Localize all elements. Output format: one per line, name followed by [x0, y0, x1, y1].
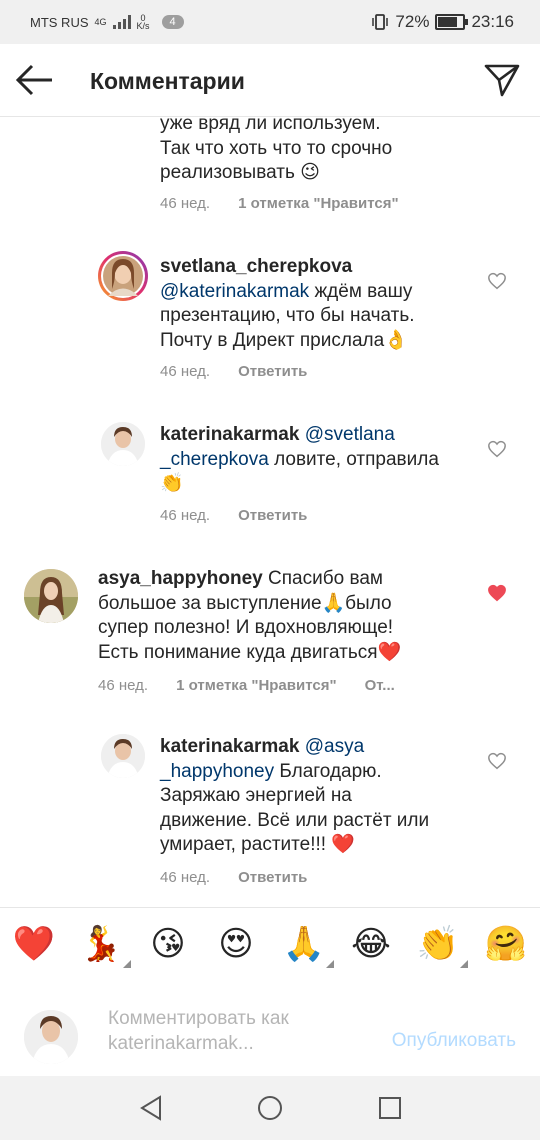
comment-text-line: умирает, растите!!! ❤️ [160, 834, 355, 855]
comment-mention[interactable]: @svetlana [305, 424, 395, 445]
nav-recents-icon[interactable] [378, 1096, 402, 1120]
nav-back-icon[interactable] [138, 1094, 164, 1122]
network-label: 4G [94, 17, 107, 27]
emoji-pray-glyph: 🙏 [282, 925, 326, 963]
signal-icon [112, 15, 131, 29]
reply-button[interactable]: Ответить [238, 869, 307, 886]
comment-text: asya_happyhoney Спасибо вам большое за в… [98, 567, 401, 665]
comments-list[interactable]: уже вряд ли используем. Так что хоть что… [0, 117, 540, 907]
like-heart-icon[interactable] [487, 752, 507, 770]
emoji-pray[interactable]: 🙏 [282, 924, 334, 968]
carrier-label: MTS RUS [30, 14, 89, 30]
system-nav-bar [0, 1076, 540, 1140]
comment-text-line: движение. Всё или растёт или [160, 809, 430, 831]
avatar-image [24, 569, 78, 623]
post-button[interactable]: Опубликовать [392, 1030, 516, 1052]
comment-meta: 46 нед. Ответить [160, 507, 335, 524]
avatar-image [101, 734, 145, 778]
vibrate-icon [372, 14, 389, 30]
reply-button[interactable]: Ответить [238, 507, 307, 524]
avatar-image [24, 1010, 78, 1064]
comment-meta: 46 нед. Ответить [160, 869, 335, 886]
comment-time: 46 нед. [98, 677, 149, 694]
direct-send-icon[interactable] [482, 62, 522, 98]
comment-time: 46 нед. [160, 507, 211, 524]
comment-time: 46 нед. [160, 869, 211, 886]
comment-composer: Комментировать как katerinakarmak... Опу… [0, 980, 540, 1076]
comment-text: уже вряд ли используем. Так что хоть что… [160, 117, 392, 186]
comment-time: 46 нед. [160, 363, 211, 380]
comment-text-line: ловите, отправила [268, 448, 439, 470]
comment-text: svetlana_cherepkova @katerinakarmak ждём… [160, 255, 415, 353]
emoji-dancer[interactable]: 💃 [79, 924, 131, 968]
comment-time: 46 нед. [160, 195, 211, 212]
comment-text: katerinakarmak @svetlana _cherepkova лов… [160, 423, 439, 497]
avatar[interactable] [24, 569, 78, 623]
liked-heart-icon[interactable] [487, 584, 507, 602]
comment-input[interactable]: Комментировать как katerinakarmak... [108, 1006, 358, 1056]
comment-text-line: Спасибо вам [262, 568, 383, 589]
avatar[interactable] [98, 251, 148, 301]
comment-meta: 46 нед. 1 отметка "Нравится" [160, 195, 427, 212]
emoji-variants-indicator [326, 960, 334, 968]
my-avatar [24, 1010, 78, 1064]
comment-username[interactable]: asya_happyhoney [98, 568, 263, 589]
comment-mention[interactable]: _happyhoney [160, 761, 274, 782]
emoji-kiss[interactable]: 😘 [146, 924, 190, 964]
reply-button[interactable]: Ответить [238, 363, 307, 380]
comment-text-line: презентацию, что бы начать. [160, 305, 415, 326]
emoji-clap[interactable]: 👏 [416, 924, 468, 968]
emoji-clap-glyph: 👏 [416, 925, 460, 963]
comment-mention[interactable]: _cherepkova [160, 449, 269, 470]
emoji-hug[interactable]: 🤗 [484, 924, 528, 964]
comment-text-line: супер полезно! И вдохновляюще! [98, 617, 394, 638]
comment-text: katerinakarmak @asya _happyhoney Благода… [160, 735, 429, 858]
emoji-heart-eyes[interactable]: 😍 [214, 924, 258, 964]
clock: 23:16 [471, 12, 514, 31]
emoji-variants-indicator [460, 960, 468, 968]
emoji-dancer-glyph: 💃 [79, 925, 123, 963]
comment-text-line: Благодарю. [274, 760, 382, 782]
net-speed: 0 K/s [136, 14, 150, 31]
page-title: Комментарии [90, 68, 245, 94]
comment-text-line: большое за выступление🙏было [98, 592, 392, 614]
comment-text-line: уже вряд ли используем. [160, 117, 381, 134]
comment-text-line: Так что хоть что то срочно [160, 137, 393, 159]
avatar-image [101, 254, 145, 298]
emoji-variants-indicator [123, 960, 131, 968]
notification-badge: 4 [161, 15, 184, 29]
comment-text-line: реализовывать 😉 [160, 162, 320, 183]
emoji-heart[interactable]: ❤️ [12, 924, 56, 964]
comment-username[interactable]: svetlana_cherepkova [160, 256, 352, 277]
emoji-quick-bar: ❤️ 💃 😘 😍 🙏 😂 👏 🤗 [0, 907, 540, 981]
comment-text-line: Есть понимание куда двигаться❤️ [98, 641, 402, 663]
status-bar: MTS RUS 4G 0 K/s 4 72% 23:16 [0, 0, 540, 44]
nav-home-icon[interactable] [256, 1094, 284, 1122]
comment-meta: 46 нед. 1 отметка "Нравится" От... [98, 677, 395, 694]
comment-username[interactable]: katerinakarmak [160, 424, 299, 445]
comment-mention[interactable]: @asya [305, 736, 364, 757]
battery-percent: 72% [395, 12, 430, 31]
comment-mention[interactable]: @katerinakarmak [160, 281, 309, 302]
comment-text-line: 👏 [160, 473, 184, 494]
app-header: Комментарии [0, 44, 540, 117]
comment-username[interactable]: katerinakarmak [160, 736, 299, 757]
comment-text-line: Заряжаю энергией на [160, 785, 352, 806]
avatar-image [101, 422, 145, 466]
comment-likes[interactable]: 1 отметка "Нравится" [238, 195, 399, 212]
back-arrow-icon[interactable] [14, 62, 54, 98]
emoji-joy[interactable]: 😂 [349, 924, 393, 964]
battery-icon [435, 14, 469, 30]
comment-likes[interactable]: 1 отметка "Нравится" [176, 677, 337, 694]
comment-text-line: Почту в Директ прислала👌 [160, 329, 408, 351]
like-heart-icon[interactable] [487, 272, 507, 290]
avatar[interactable] [101, 734, 145, 778]
comment-text-line: ждём вашу [309, 280, 413, 302]
reply-button[interactable]: От... [365, 677, 395, 694]
like-heart-icon[interactable] [487, 440, 507, 458]
comment-meta: 46 нед. Ответить [160, 363, 335, 380]
net-speed-unit: K/s [136, 21, 150, 31]
avatar[interactable] [101, 422, 145, 466]
